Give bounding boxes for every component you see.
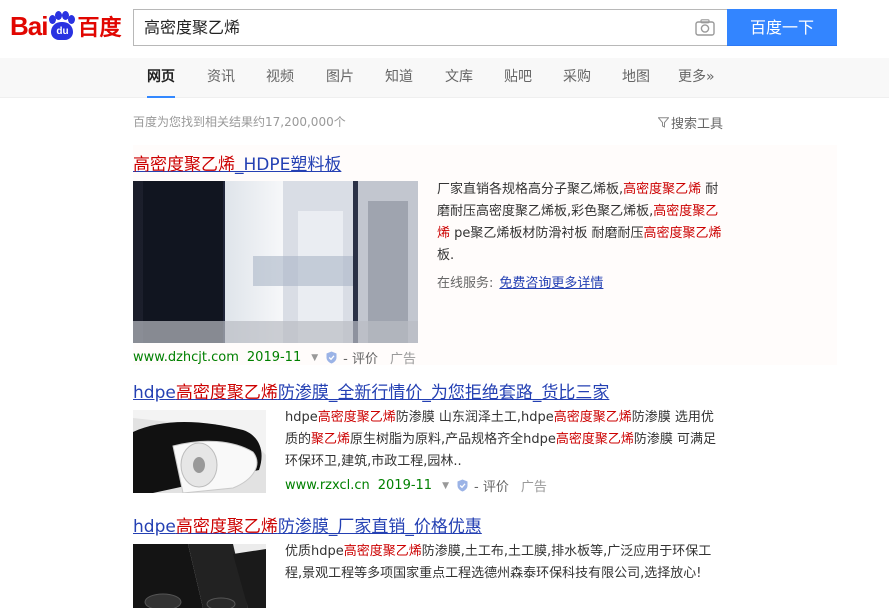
title-text: hdpe bbox=[133, 383, 176, 403]
tab-images[interactable]: 图片 bbox=[326, 58, 354, 98]
tab-wenku[interactable]: 文库 bbox=[445, 58, 473, 98]
evaluate-link[interactable]: - 评价 bbox=[474, 476, 509, 495]
result-date-2: 2019-11 bbox=[377, 478, 433, 493]
tab-tieba[interactable]: 贴吧 bbox=[504, 58, 532, 98]
tab-news[interactable]: 资讯 bbox=[207, 58, 235, 98]
title-text: _HDPE塑料板 bbox=[235, 155, 342, 175]
ad-label: 广告 bbox=[389, 352, 416, 367]
online-service: 在线服务: 免费咨询更多详情 bbox=[437, 272, 603, 291]
title-highlight: 高密度聚乙烯 bbox=[175, 383, 278, 403]
shield-icon[interactable] bbox=[326, 351, 337, 364]
camera-icon[interactable] bbox=[695, 19, 715, 36]
search-query-text[interactable]: 高密度聚乙烯 bbox=[144, 10, 240, 45]
title-highlight: 高密度聚乙烯 bbox=[133, 155, 235, 175]
evaluate-link[interactable]: - 评价 bbox=[343, 348, 378, 367]
result-abstract-1: 厂家直销各规格高分子聚乙烯板,高密度聚乙烯 耐磨耐压高密度聚乙烯板,彩色聚乙烯板… bbox=[437, 182, 722, 263]
header: Bai du 百度 高密度聚乙烯 百度一下 bbox=[0, 0, 889, 58]
dropdown-arrow-icon[interactable]: ▼ bbox=[311, 353, 318, 363]
title-text: 防渗膜_全新行情价_为您拒绝套路_货比三家 bbox=[277, 383, 610, 403]
logo-cn-text: 百度 bbox=[77, 16, 122, 41]
result-meta-2: www.rzxcl.cn 2019-11 ▼ - 评价 广告 bbox=[285, 476, 547, 495]
search-input[interactable]: 高密度聚乙烯 bbox=[133, 9, 727, 46]
result-abstract-2: hdpe高密度聚乙烯防渗膜 山东润泽土工,hdpe高密度聚乙烯防渗膜 选用优质的… bbox=[285, 410, 717, 469]
logo-du-text: du bbox=[51, 22, 74, 40]
search-tools-label: 搜索工具 bbox=[671, 117, 724, 132]
title-text: hdpe bbox=[133, 517, 176, 537]
filter-icon bbox=[658, 117, 669, 128]
tab-video[interactable]: 视频 bbox=[266, 58, 294, 98]
baidu-logo[interactable]: Bai du 百度 bbox=[10, 8, 121, 44]
title-highlight: 高密度聚乙烯 bbox=[175, 517, 278, 537]
tab-web[interactable]: 网页 bbox=[147, 58, 175, 98]
result-title-3[interactable]: hdpe高密度聚乙烯防渗膜_厂家直销_价格优惠 bbox=[133, 512, 482, 537]
tab-purchase[interactable]: 采购 bbox=[563, 58, 591, 98]
search-tools-button[interactable]: 搜索工具 bbox=[658, 113, 723, 132]
result-title-1[interactable]: 高密度聚乙烯_HDPE塑料板 bbox=[133, 150, 341, 175]
title-text: 防渗膜_厂家直销_价格优惠 bbox=[277, 517, 482, 537]
result-title-2[interactable]: hdpe高密度聚乙烯防渗膜_全新行情价_为您拒绝套路_货比三家 bbox=[133, 378, 609, 403]
search-button[interactable]: 百度一下 bbox=[727, 9, 837, 46]
dropdown-arrow-icon[interactable]: ▼ bbox=[442, 481, 449, 491]
paw-icon: du bbox=[48, 11, 76, 41]
online-service-label: 在线服务: bbox=[437, 276, 494, 291]
result-url-1[interactable]: www.dzhcjt.com bbox=[133, 350, 239, 365]
search-tabs: 网页 资讯 视频 图片 知道 文库 贴吧 采购 地图 更多» bbox=[0, 58, 889, 98]
shield-icon[interactable] bbox=[457, 479, 468, 492]
online-service-link[interactable]: 免费咨询更多详情 bbox=[499, 276, 603, 291]
result-thumbnail-3[interactable] bbox=[133, 544, 266, 608]
result-meta-1: www.dzhcjt.com 2019-11 ▼ - 评价 广告 bbox=[133, 348, 416, 367]
result-thumbnail-1[interactable] bbox=[133, 181, 418, 343]
tab-map[interactable]: 地图 bbox=[622, 58, 650, 98]
tab-zhidao[interactable]: 知道 bbox=[385, 58, 413, 98]
result-thumbnail-2[interactable] bbox=[133, 410, 266, 493]
tab-more[interactable]: 更多» bbox=[678, 58, 715, 98]
result-count: 百度为您找到相关结果约17,200,000个 bbox=[133, 115, 346, 129]
result-abstract-3: 优质hdpe高密度聚乙烯防渗膜,土工布,土工膜,排水板等,广泛应用于环保工程,景… bbox=[285, 544, 712, 581]
result-date-1: 2019-11 bbox=[246, 350, 302, 365]
result-url-2[interactable]: www.rzxcl.cn bbox=[285, 478, 370, 493]
logo-bai-text: Bai bbox=[10, 10, 48, 41]
ad-label: 广告 bbox=[520, 480, 547, 495]
